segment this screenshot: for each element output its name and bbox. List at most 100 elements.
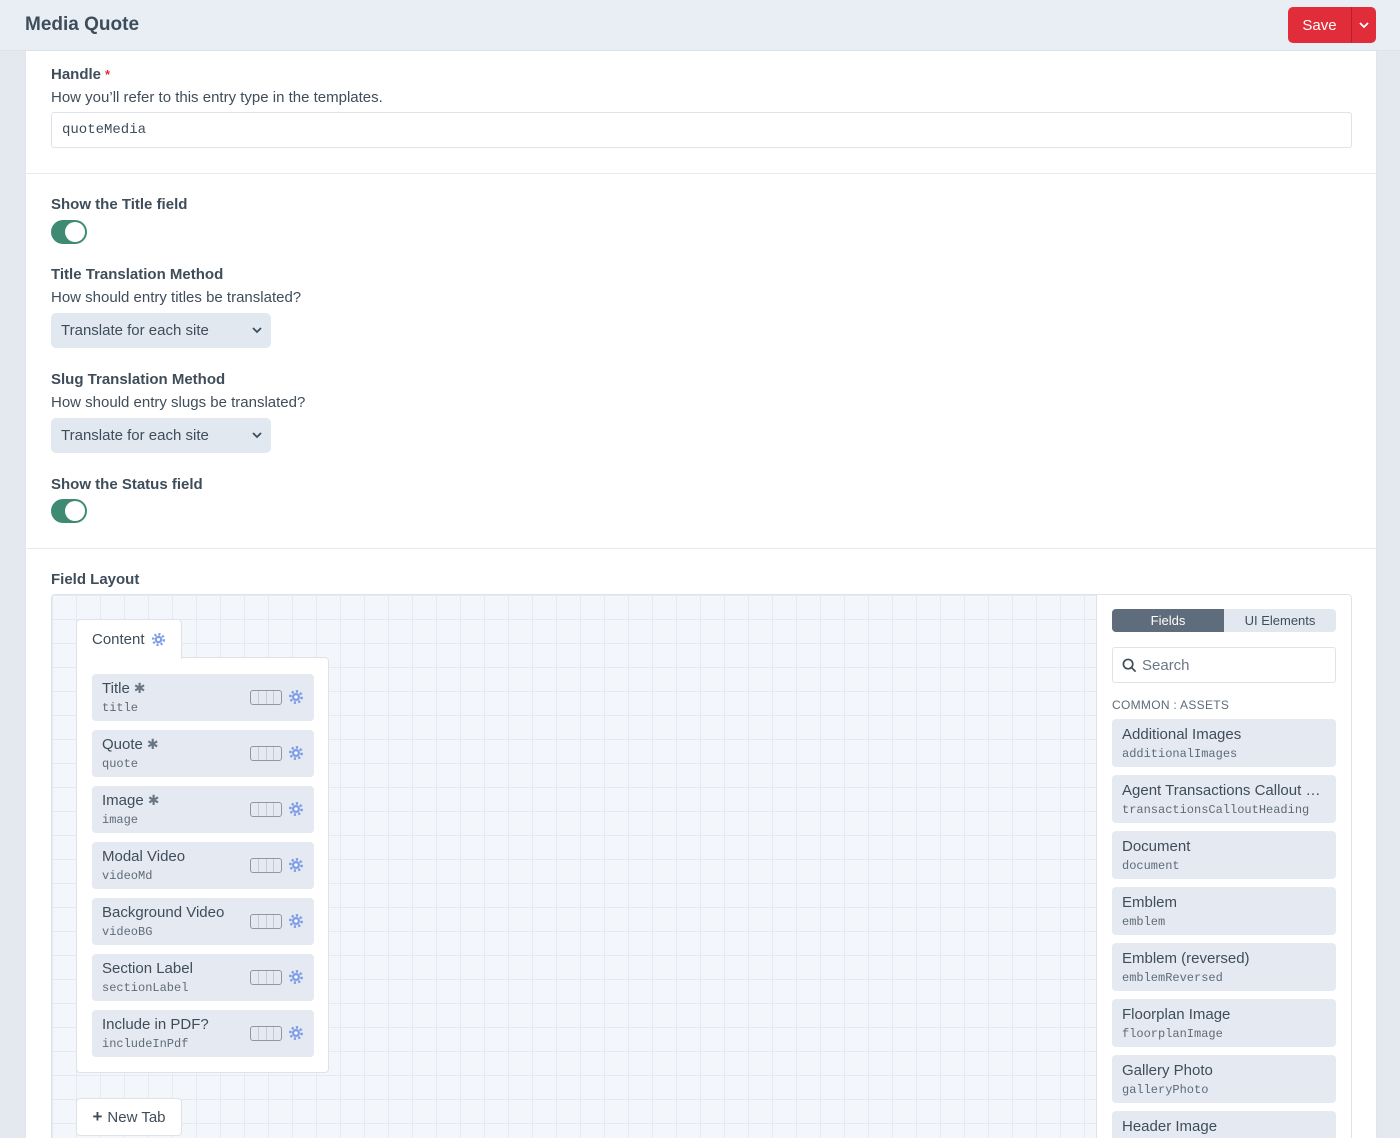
gear-icon[interactable] (288, 1025, 304, 1046)
width-segment (274, 971, 281, 984)
field-name: Document (1122, 838, 1191, 855)
slug-translation-select[interactable]: Translate for each site (51, 418, 271, 453)
field-layout-label: Field Layout (51, 571, 140, 588)
width-segment (274, 747, 281, 760)
field-width-indicator[interactable] (250, 802, 282, 817)
width-segment (251, 859, 259, 872)
field-handle: emblem (1122, 915, 1166, 929)
new-tab-button[interactable]: + New Tab (76, 1098, 182, 1136)
width-segment (251, 971, 259, 984)
width-segment (267, 859, 275, 872)
gear-icon[interactable] (288, 913, 304, 934)
field-name: Section Label (102, 960, 197, 977)
layout-field-card[interactable]: Background Video videoBG (92, 898, 314, 945)
gear-icon[interactable] (288, 801, 304, 822)
field-handle: document (1122, 859, 1180, 873)
width-segment (274, 859, 281, 872)
show-status-toggle[interactable] (51, 499, 87, 523)
library-field-card[interactable]: Floorplan Image floorplanImage (1112, 999, 1336, 1047)
field-handle: videoMd (102, 869, 153, 883)
width-segment (259, 859, 267, 872)
width-segment (267, 915, 275, 928)
library-field-card[interactable]: Gallery Photo galleryPhoto (1112, 1055, 1336, 1103)
slug-translation-label: Slug Translation Method (51, 371, 226, 388)
field-handle: emblemReversed (1122, 971, 1223, 985)
main-panel: Handle * How you’ll refer to this entry t… (25, 51, 1377, 1138)
slug-translation-value: Translate for each site (61, 427, 209, 444)
save-button[interactable]: Save (1288, 7, 1351, 43)
chevron-down-icon (252, 432, 262, 439)
layout-field-card[interactable]: Image ✱ image (92, 786, 314, 833)
section-divider (26, 548, 1376, 549)
gear-icon[interactable] (288, 689, 304, 710)
gear-icon[interactable] (288, 969, 304, 990)
field-name: Emblem (reversed) (1122, 950, 1250, 967)
title-translation-select[interactable]: Translate for each site (51, 313, 271, 348)
required-icon: ✱ (146, 736, 159, 752)
field-name: Additional Images (1122, 726, 1242, 743)
slug-translation-instructions: How should entry slugs be translated? (51, 394, 306, 411)
field-name: Agent Transactions Callout Heading (1122, 782, 1328, 799)
width-segment (251, 691, 259, 704)
width-segment (274, 803, 281, 816)
field-name-text: Background Video (102, 904, 225, 921)
field-name: Floorplan Image (1122, 1006, 1231, 1023)
tab-content[interactable]: Content (76, 619, 182, 659)
page-title: Media Quote (25, 14, 140, 35)
handle-label-text: Handle (51, 66, 102, 83)
layout-field-card[interactable]: Include in PDF? includeInPdf (92, 1010, 314, 1057)
handle-input[interactable]: quoteMedia (51, 112, 1352, 148)
library-field-card[interactable]: Emblem (reversed) emblemReversed (1112, 943, 1336, 991)
width-segment (274, 915, 281, 928)
field-width-indicator[interactable] (250, 914, 282, 929)
field-width-indicator[interactable] (250, 858, 282, 873)
search-input[interactable]: Search (1112, 647, 1336, 683)
field-handle: transactionsCalloutHeading (1122, 803, 1310, 817)
library-field-card[interactable]: Additional Images additionalImages (1112, 719, 1336, 767)
layout-field-card[interactable]: Modal Video videoMd (92, 842, 314, 889)
tab-fields[interactable]: Fields (1112, 609, 1224, 632)
width-segment (251, 1027, 259, 1040)
new-tab-label: New Tab (107, 1108, 166, 1126)
field-handle: videoBG (102, 925, 153, 939)
gear-icon[interactable] (151, 632, 166, 647)
save-menu-button[interactable] (1351, 7, 1376, 43)
width-segment (267, 971, 275, 984)
plus-icon: + (92, 1107, 103, 1126)
field-width-indicator[interactable] (250, 746, 282, 761)
gear-icon[interactable] (288, 745, 304, 766)
show-title-toggle[interactable] (51, 220, 87, 244)
chevron-down-icon (1359, 22, 1369, 29)
field-handle: title (102, 701, 139, 715)
tab-content-label: Content (92, 631, 145, 648)
show-status-label: Show the Status field (51, 476, 203, 493)
field-handle: additionalImages (1122, 747, 1238, 761)
layout-field-card[interactable]: Section Label sectionLabel (92, 954, 314, 1001)
width-segment (251, 915, 259, 928)
page-header: Media Quote Save (0, 0, 1400, 51)
field-name: Title ✱ (102, 680, 146, 697)
width-segment (259, 691, 267, 704)
tab-content-body: Title ✱ title Quote ✱ quote Image ✱ image Modal V… (76, 657, 329, 1073)
required-icon: ✱ (133, 680, 146, 696)
field-name-text: Include in PDF? (102, 1016, 209, 1033)
field-width-indicator[interactable] (250, 1026, 282, 1041)
tab-ui-elements[interactable]: UI Elements (1224, 609, 1336, 632)
library-field-card[interactable]: Emblem emblem (1112, 887, 1336, 935)
gear-icon[interactable] (288, 857, 304, 878)
width-segment (267, 803, 275, 816)
library-field-card[interactable]: Agent Transactions Callout Heading transa… (1112, 775, 1336, 823)
library-field-card[interactable]: Document document (1112, 831, 1336, 879)
library-field-card[interactable]: Header Image (1112, 1111, 1336, 1138)
field-handle: sectionLabel (102, 981, 189, 995)
field-width-indicator[interactable] (250, 970, 282, 985)
required-indicator: * (105, 67, 111, 82)
width-segment (259, 803, 267, 816)
layout-field-card[interactable]: Quote ✱ quote (92, 730, 314, 777)
field-width-indicator[interactable] (250, 690, 282, 705)
field-name: Background Video (102, 904, 228, 921)
layout-field-card[interactable]: Title ✱ title (92, 674, 314, 721)
width-segment (259, 971, 267, 984)
field-library-sidebar: Fields UI Elements Search COMMON : ASSET… (1098, 595, 1351, 1138)
search-icon (1122, 658, 1137, 672)
